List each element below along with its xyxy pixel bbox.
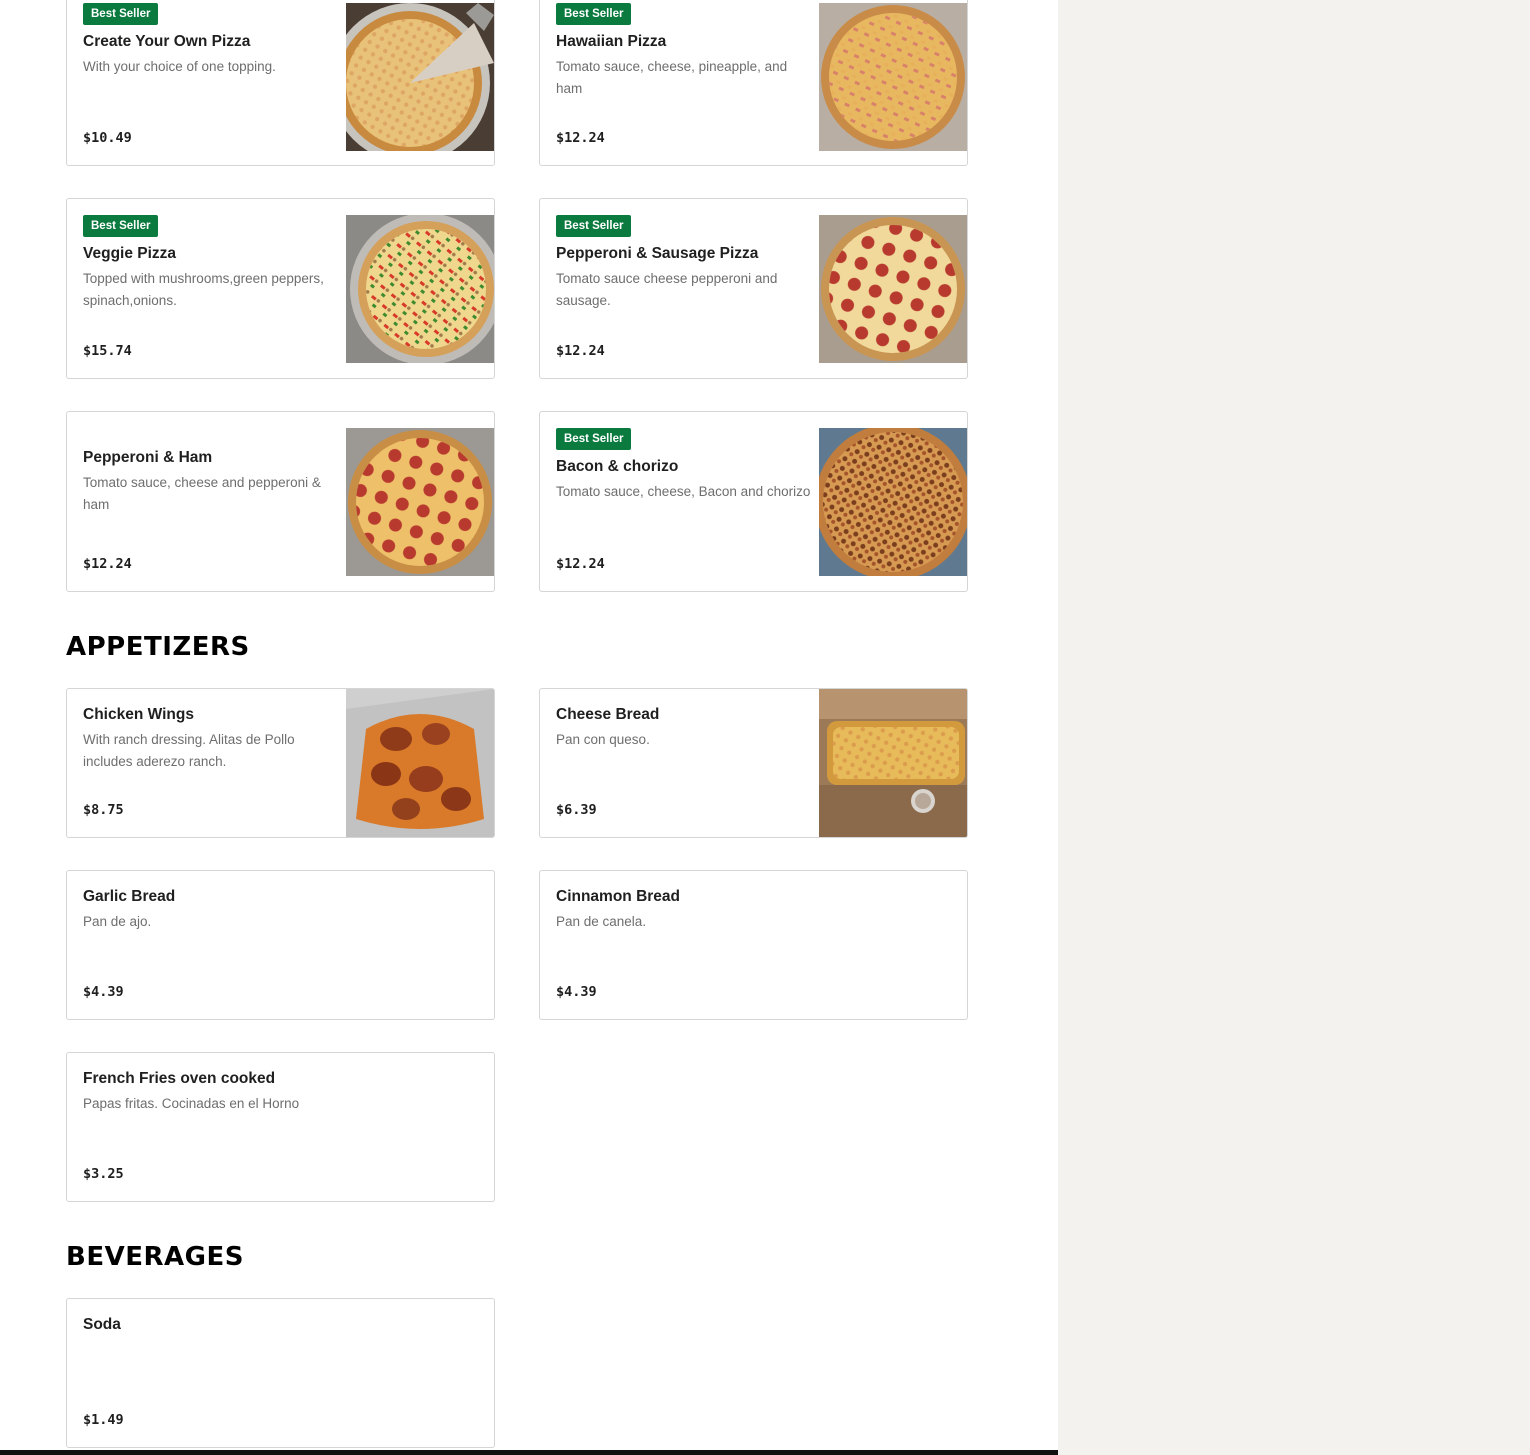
item-description: Pan de canela. bbox=[556, 914, 647, 929]
menu-item-card[interactable]: Best Seller Bacon & chorizo Tomato sauce… bbox=[539, 411, 968, 592]
item-price: $8.75 bbox=[83, 802, 124, 818]
item-name: Chicken Wings bbox=[83, 706, 194, 723]
item-price: $6.39 bbox=[556, 802, 597, 818]
section-title-appetizers: APPETIZERS bbox=[66, 632, 250, 662]
item-description: With your choice of one topping. bbox=[83, 59, 276, 74]
item-price: $4.39 bbox=[556, 984, 597, 1000]
side-panel bbox=[1058, 0, 1530, 1455]
item-price: $12.24 bbox=[556, 130, 605, 146]
bottom-border bbox=[0, 1450, 1058, 1455]
item-name: Hawaiian Pizza bbox=[556, 33, 667, 50]
item-price: $12.24 bbox=[83, 556, 132, 572]
cheese-bread-photo bbox=[819, 689, 967, 837]
item-name: Veggie Pizza bbox=[83, 245, 177, 262]
item-name: Pepperoni & Sausage Pizza bbox=[556, 245, 759, 262]
item-description: Tomato sauce, cheese, pineapple, and ham bbox=[556, 59, 788, 96]
menu-item-card[interactable]: Chicken Wings With ranch dressing. Alita… bbox=[66, 688, 495, 838]
best-seller-badge: Best Seller bbox=[83, 215, 159, 237]
menu-item-card[interactable]: Best Seller Create Your Own Pizza With y… bbox=[66, 0, 495, 166]
hawaiian-pizza-photo bbox=[819, 3, 967, 151]
bacon-chorizo-pizza-photo bbox=[819, 428, 967, 576]
item-description: Papas fritas. Cocinadas en el Horno bbox=[83, 1096, 300, 1111]
best-seller-badge: Best Seller bbox=[83, 3, 159, 25]
item-description: Tomato sauce cheese pepperoni and sausag… bbox=[556, 271, 778, 308]
best-seller-badge: Best Seller bbox=[556, 215, 632, 237]
menu-item-card[interactable]: French Fries oven cooked Papas fritas. C… bbox=[66, 1052, 495, 1202]
item-description: Tomato sauce, cheese, Bacon and chorizo bbox=[556, 484, 811, 499]
item-price: $15.74 bbox=[83, 343, 132, 359]
item-price: $12.24 bbox=[556, 343, 605, 359]
menu-item-card[interactable]: Cheese Bread Pan con queso. $6.39 bbox=[539, 688, 968, 838]
item-description: Tomato sauce, cheese and pepperoni & ham bbox=[83, 475, 321, 512]
item-name: Pepperoni & Ham bbox=[83, 449, 213, 466]
item-price: $10.49 bbox=[83, 130, 132, 146]
menu-item-card[interactable]: Best Seller Veggie Pizza Topped with mus… bbox=[66, 198, 495, 379]
menu-item-card[interactable]: Best Seller Pepperoni & Sausage Pizza To… bbox=[539, 198, 968, 379]
item-price: $1.49 bbox=[83, 1412, 124, 1428]
item-description: With ranch dressing. Alitas de Pollo inc… bbox=[83, 732, 295, 769]
pepperoni-sausage-pizza-photo bbox=[819, 215, 967, 363]
item-price: $4.39 bbox=[83, 984, 124, 1000]
item-description: Pan con queso. bbox=[556, 732, 650, 747]
item-description: Topped with mushrooms,green peppers, spi… bbox=[83, 271, 324, 308]
best-seller-badge: Best Seller bbox=[556, 3, 632, 25]
pepperoni-ham-pizza-photo bbox=[346, 428, 494, 576]
item-name: Cheese Bread bbox=[556, 706, 660, 723]
item-description: Pan de ajo. bbox=[83, 914, 152, 929]
chicken-wings-photo bbox=[346, 689, 494, 837]
section-title-beverages: BEVERAGES bbox=[66, 1242, 244, 1272]
item-name: Soda bbox=[83, 1316, 121, 1333]
item-name: Bacon & chorizo bbox=[556, 458, 679, 475]
item-price: $12.24 bbox=[556, 556, 605, 572]
best-seller-badge: Best Seller bbox=[556, 428, 632, 450]
menu-item-card[interactable]: Soda $1.49 bbox=[66, 1298, 495, 1448]
item-name: Create Your Own Pizza bbox=[83, 33, 251, 50]
cheese-pizza-photo bbox=[346, 3, 494, 151]
menu-item-card[interactable]: Best Seller Hawaiian Pizza Tomato sauce,… bbox=[539, 0, 968, 166]
menu-item-card[interactable]: Cinnamon Bread Pan de canela. $4.39 bbox=[539, 870, 968, 1020]
item-name: French Fries oven cooked bbox=[83, 1070, 276, 1087]
item-name: Garlic Bread bbox=[83, 888, 176, 905]
item-price: $3.25 bbox=[83, 1166, 124, 1182]
item-name: Cinnamon Bread bbox=[556, 888, 681, 905]
menu-item-card[interactable]: Garlic Bread Pan de ajo. $4.39 bbox=[66, 870, 495, 1020]
veggie-pizza-photo bbox=[346, 215, 494, 363]
menu-item-card[interactable]: Pepperoni & Ham Tomato sauce, cheese and… bbox=[66, 411, 495, 592]
